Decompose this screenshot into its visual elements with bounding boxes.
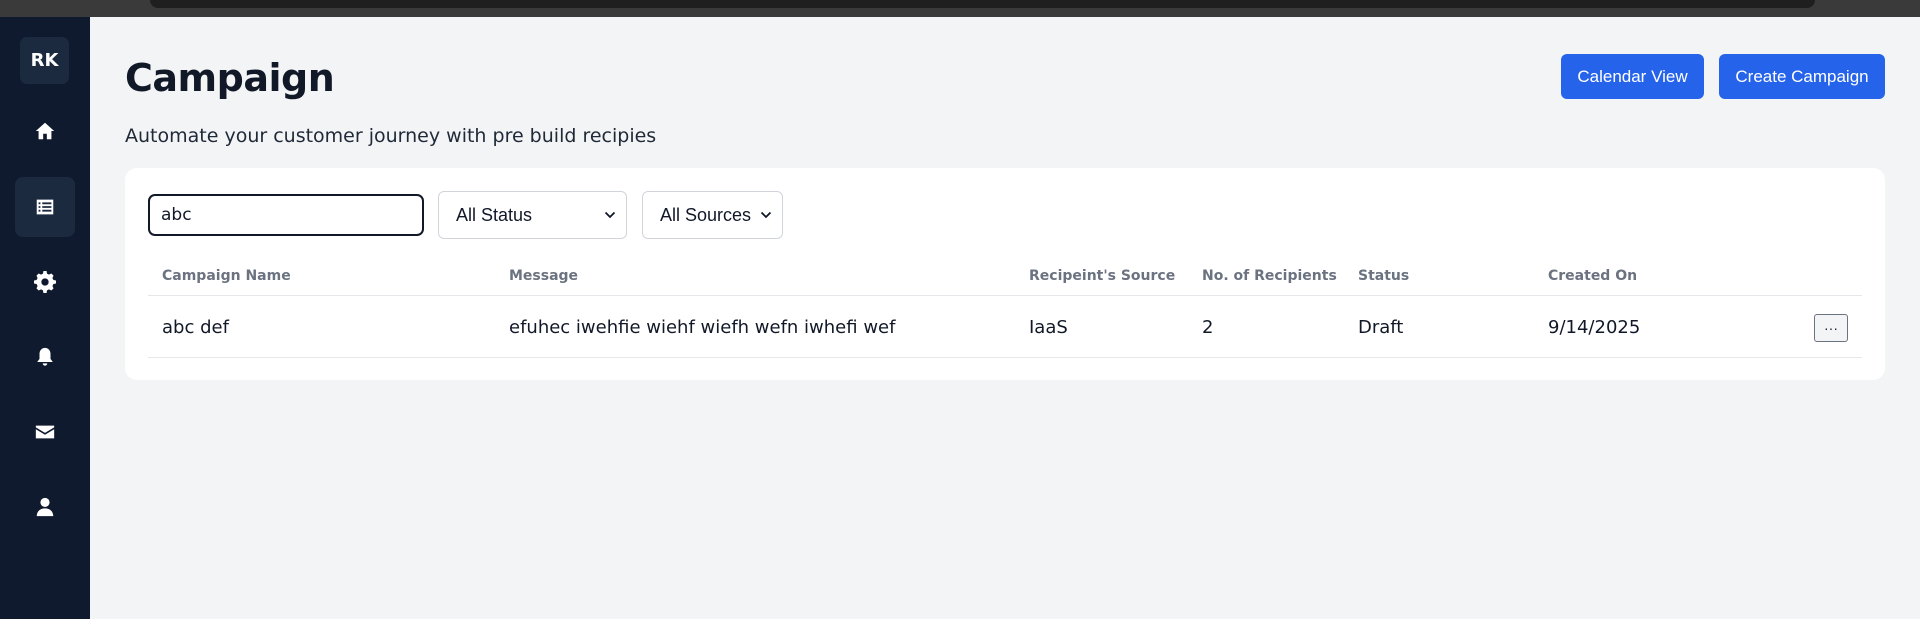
sidebar: RK — [0, 17, 90, 619]
campaign-table-card: All Status All Sources Campaign Name Mes… — [125, 168, 1885, 380]
sidebar-item-campaigns[interactable] — [15, 177, 75, 237]
browser-top-bar — [0, 0, 1920, 17]
sidebar-item-messages[interactable] — [15, 402, 75, 462]
cell-recipients: 2 — [1202, 317, 1214, 338]
column-header-source[interactable]: Recipeint's Source — [1029, 268, 1175, 284]
cell-message: efuhec iwehfie wiehf wiefh wefn iwhefi w… — [509, 317, 896, 338]
user-icon — [36, 497, 54, 517]
create-campaign-button[interactable]: Create Campaign — [1719, 54, 1885, 99]
page-title: Campaign — [125, 56, 335, 100]
page-subtitle: Automate your customer journey with pre … — [125, 125, 657, 147]
source-filter-value: All Sources — [660, 204, 752, 225]
column-header-recipients[interactable]: No. of Recipients — [1202, 268, 1337, 284]
search-input[interactable] — [148, 194, 424, 236]
cell-status: Draft — [1358, 317, 1404, 338]
cell-campaign-name: abc def — [162, 317, 229, 338]
user-avatar[interactable]: RK — [20, 37, 69, 84]
sidebar-item-profile[interactable] — [15, 477, 75, 537]
column-header-message[interactable]: Message — [509, 268, 578, 284]
chevron-down-icon — [760, 211, 772, 219]
row-actions-button[interactable]: ··· — [1814, 314, 1848, 342]
bell-icon — [37, 347, 53, 366]
column-header-status[interactable]: Status — [1358, 268, 1409, 284]
envelope-icon — [35, 425, 55, 439]
gear-icon — [34, 271, 56, 293]
cell-source: IaaS — [1029, 317, 1068, 338]
chevron-down-icon — [604, 211, 616, 219]
table-header-divider — [148, 295, 1862, 296]
status-filter-select[interactable]: All Status — [438, 191, 627, 239]
calendar-view-button[interactable]: Calendar View — [1561, 54, 1704, 99]
column-header-created-on[interactable]: Created On — [1548, 268, 1637, 284]
status-filter-value: All Status — [456, 204, 533, 225]
list-icon — [36, 199, 54, 215]
sidebar-item-home[interactable] — [15, 101, 75, 161]
source-filter-select[interactable]: All Sources — [642, 191, 783, 239]
sidebar-item-notifications[interactable] — [15, 327, 75, 387]
column-header-campaign-name[interactable]: Campaign Name — [162, 268, 291, 284]
cell-created-on: 9/14/2025 — [1548, 317, 1641, 338]
home-icon — [35, 122, 55, 140]
table-row-divider — [148, 357, 1862, 358]
sidebar-item-settings[interactable] — [15, 252, 75, 312]
browser-address-bar — [150, 0, 1815, 8]
